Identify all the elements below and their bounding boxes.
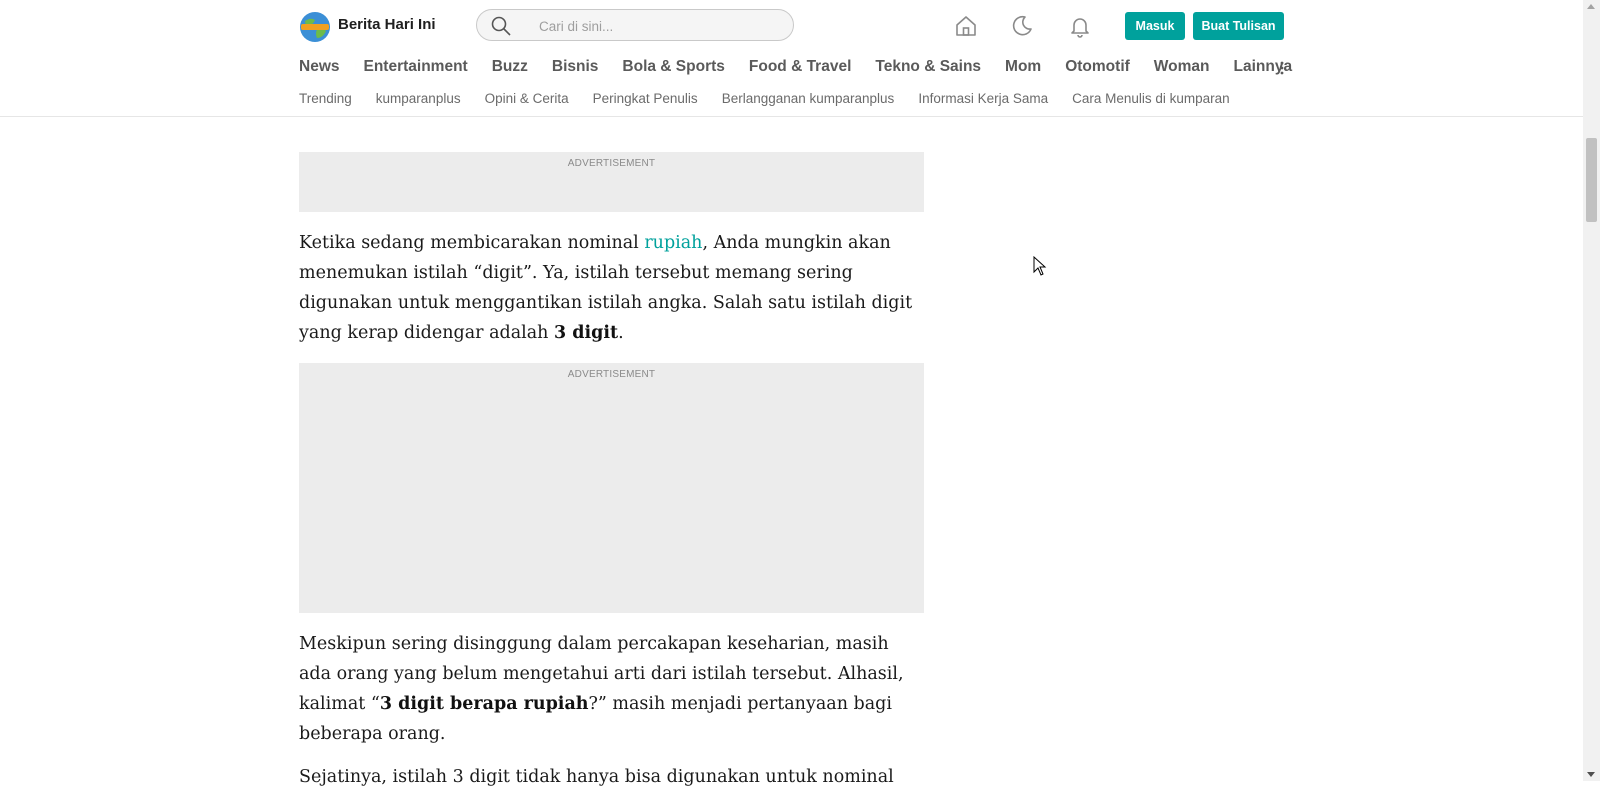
rupiah-link[interactable]: rupiah: [644, 233, 702, 253]
subnav-item-berlangganan[interactable]: Berlangganan kumparanplus: [722, 91, 895, 106]
ad-label: ADVERTISEMENT: [567, 158, 656, 169]
nav-item-bisnis[interactable]: Bisnis: [552, 58, 599, 75]
bell-icon[interactable]: [1068, 14, 1092, 38]
nav-item-buzz[interactable]: Buzz: [492, 58, 528, 75]
scroll-up-arrow-icon[interactable]: [1587, 4, 1595, 9]
login-button[interactable]: Masuk: [1125, 12, 1185, 40]
moon-icon[interactable]: [1010, 14, 1034, 38]
article-paragraph-3: Sejatinya, istilah 3 digit tidak hanya b…: [299, 767, 894, 787]
nav-item-woman[interactable]: Woman: [1154, 58, 1210, 75]
nav-item-mom[interactable]: Mom: [1005, 58, 1041, 75]
p1-text-end: .: [618, 323, 624, 343]
subnav-item-peringkat-penulis[interactable]: Peringkat Penulis: [593, 91, 698, 106]
create-post-button[interactable]: Buat Tulisan: [1193, 12, 1284, 40]
site-brand[interactable]: Berita Hari Ini: [338, 16, 436, 33]
scrollbar-thumb[interactable]: [1586, 138, 1597, 222]
page-scrollbar[interactable]: [1583, 0, 1600, 781]
subnav-item-cara-menulis[interactable]: Cara Menulis di kumparan: [1072, 91, 1230, 106]
sub-nav: Trending kumparanplus Opini & Cerita Pering…: [299, 90, 1254, 108]
subnav-item-trending[interactable]: Trending: [299, 91, 352, 106]
search-bar[interactable]: [476, 9, 794, 41]
ad-label: ADVERTISEMENT: [567, 369, 656, 380]
subnav-item-kumparanplus[interactable]: kumparanplus: [376, 91, 461, 106]
advertisement-banner-top[interactable]: ADVERTISEMENT: [299, 152, 924, 212]
nav-item-tekno-sains[interactable]: Tekno & Sains: [875, 58, 981, 75]
article-paragraph-2: Meskipun sering disinggung dalam percaka…: [299, 629, 924, 749]
nav-item-otomotif[interactable]: Otomotif: [1065, 58, 1130, 75]
nav-item-entertainment[interactable]: Entertainment: [364, 58, 468, 75]
p2-bold-term: 3 digit berapa rupiah: [379, 694, 589, 714]
nav-item-news[interactable]: News: [299, 58, 340, 75]
mouse-cursor-icon: [1033, 256, 1047, 276]
home-icon[interactable]: [954, 14, 978, 38]
globe-logo-icon[interactable]: [299, 11, 331, 43]
site-header: Berita Hari Ini Masuk Buat Tulisan News E…: [0, 0, 1583, 117]
advertisement-banner-middle[interactable]: ADVERTISEMENT: [299, 363, 924, 613]
nav-item-bola-sports[interactable]: Bola & Sports: [622, 58, 724, 75]
subnav-item-informasi-kerja-sama[interactable]: Informasi Kerja Sama: [918, 91, 1048, 106]
main-nav: News Entertainment Buzz Bisnis Bola & Sports…: [299, 58, 1292, 78]
search-icon[interactable]: [491, 16, 511, 36]
p1-bold-term: 3 digit: [554, 323, 619, 343]
nav-item-food-travel[interactable]: Food & Travel: [749, 58, 852, 75]
search-input[interactable]: [537, 15, 781, 37]
kebab-menu-icon[interactable]: [1277, 60, 1287, 76]
scroll-down-arrow-icon[interactable]: [1587, 772, 1595, 777]
p1-text-start: Ketika sedang membicarakan nominal: [299, 233, 645, 253]
article-paragraph-1: Ketika sedang membicarakan nominal rupia…: [299, 228, 924, 348]
subnav-item-opini-cerita[interactable]: Opini & Cerita: [485, 91, 569, 106]
